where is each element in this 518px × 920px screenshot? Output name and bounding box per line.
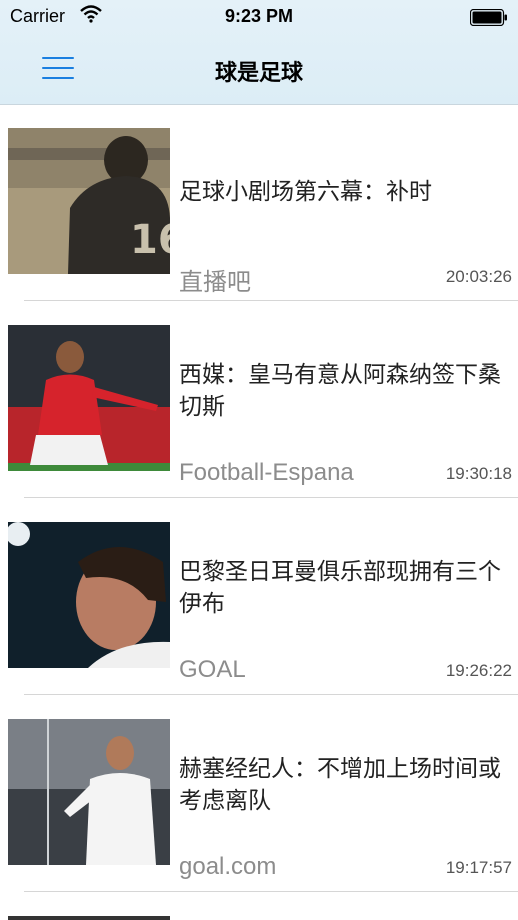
news-source: Football-Espana [179, 459, 354, 486]
news-title: 西媒：皇马有意从阿森纳签下桑切斯 [179, 362, 501, 420]
news-thumbnail [8, 916, 170, 920]
news-item[interactable]: 西媒：皇马有意从阿森纳签下桑切斯 Football-Espana 19:30:1… [0, 325, 518, 522]
news-time: 19:26:22 [445, 661, 512, 680]
news-time: 20:03:26 [445, 267, 512, 286]
navigation-header: Carrier 9:23 PM 球是足球 [0, 0, 518, 105]
news-source: GOAL [179, 656, 246, 683]
page-title: 球是足球 [214, 60, 303, 85]
news-title: 巴黎圣日耳曼俱乐部现拥有三个伊布 [179, 559, 501, 617]
news-thumbnail [8, 325, 170, 471]
news-source: 直播吧 [179, 269, 251, 296]
svg-text:16: 16 [130, 217, 170, 263]
divider [24, 694, 518, 695]
news-item[interactable]: 巴黎圣日耳曼俱乐部现拥有三个伊布 GOAL 19:26:22 [0, 522, 518, 719]
divider [24, 300, 518, 301]
status-time: 9:23 PM [224, 6, 294, 26]
battery-icon [470, 9, 507, 26]
news-thumbnail [8, 719, 170, 865]
news-item[interactable]: 赫塞经纪人：不增加上场时间或考虑离队 goal.com 19:17:57 [0, 719, 518, 916]
news-time: 19:17:57 [445, 858, 512, 877]
news-time: 19:30:18 [445, 464, 512, 483]
news-title: 足球小剧场第六幕：补时 [179, 179, 432, 205]
divider [24, 891, 518, 892]
status-bar: Carrier 9:23 PM [0, 0, 518, 34]
news-source: goal.com [179, 853, 277, 880]
news-thumbnail: 16 [8, 128, 170, 274]
news-thumbnail [8, 522, 170, 668]
news-item[interactable]: 16 足球小剧场第六幕：补时 直播吧 20:03:26 [0, 128, 518, 325]
divider [24, 497, 518, 498]
news-title: 赫塞经纪人：不增加上场时间或考虑离队 [179, 756, 501, 814]
news-item[interactable] [0, 916, 518, 920]
